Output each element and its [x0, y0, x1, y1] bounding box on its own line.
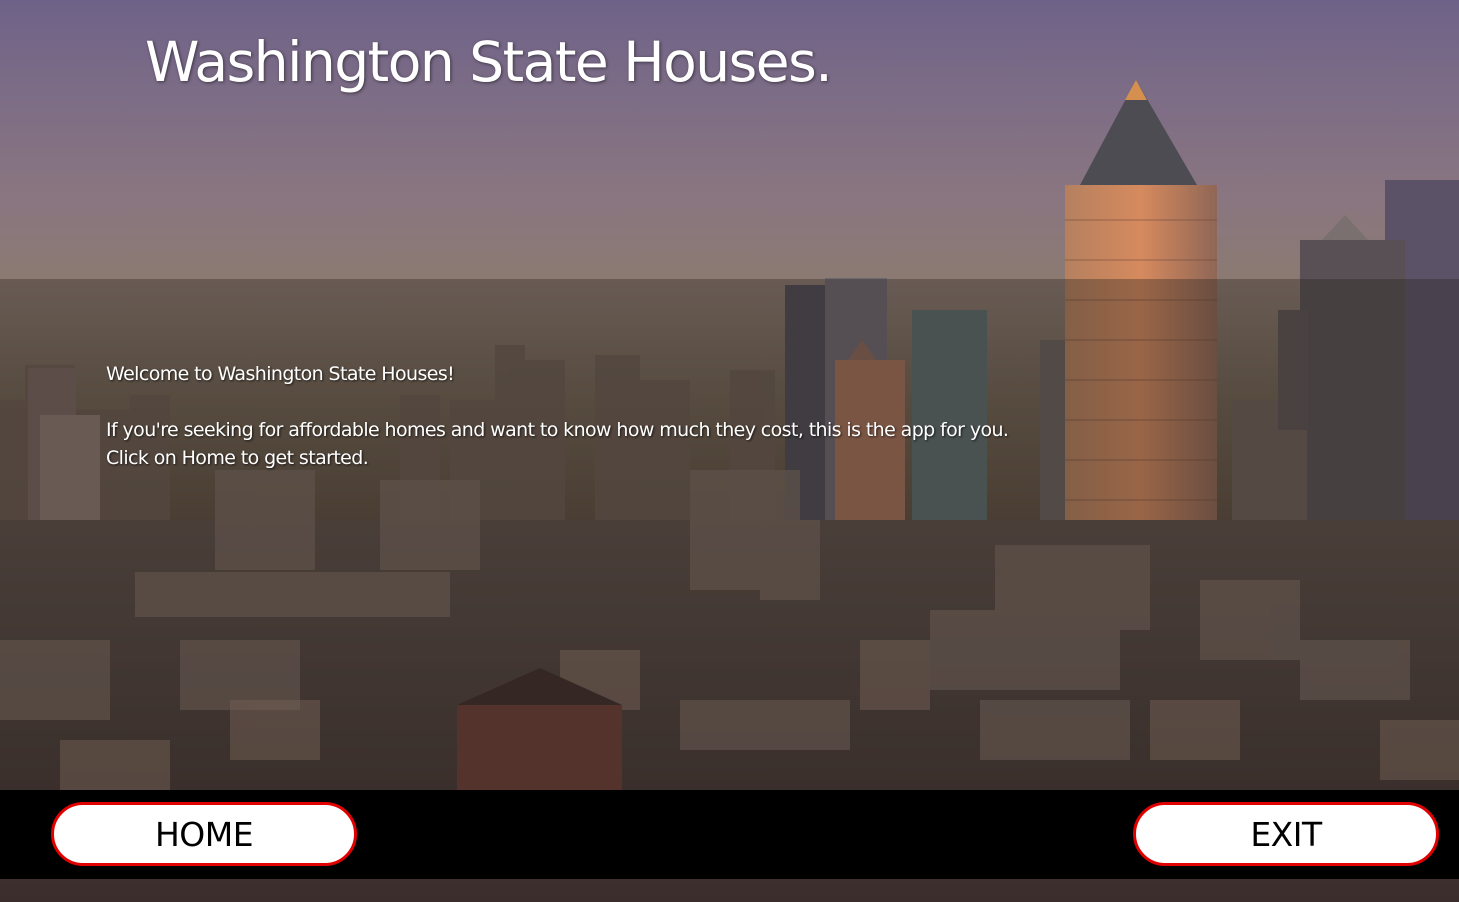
content-overlay-panel	[0, 279, 1459, 790]
footer-button-bar: HOME EXIT	[0, 790, 1459, 879]
page-title: Washington State Houses.	[145, 30, 833, 94]
welcome-instruction: Click on Home to get started.	[106, 447, 369, 469]
home-button[interactable]: HOME	[51, 802, 357, 866]
welcome-description: If you're seeking for affordable homes a…	[106, 419, 1009, 441]
app-window: Washington State Houses. Welcome to Wash…	[0, 0, 1459, 902]
welcome-message: Welcome to Washington State Houses! If y…	[106, 360, 1009, 472]
welcome-greeting: Welcome to Washington State Houses!	[106, 363, 455, 385]
exit-button[interactable]: EXIT	[1133, 802, 1439, 866]
